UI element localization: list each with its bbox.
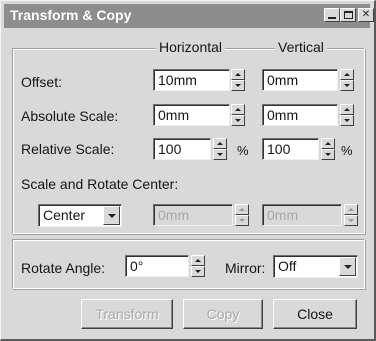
- spin-down-button[interactable]: [340, 115, 354, 126]
- arrow-down-icon: [344, 119, 350, 122]
- spin-down-button[interactable]: [231, 115, 245, 126]
- offset-horizontal-spinner[interactable]: [231, 69, 245, 91]
- mirror-label: Mirror:: [225, 260, 266, 276]
- absolute-scale-label: Absolute Scale:: [21, 108, 119, 124]
- spin-up-button[interactable]: [231, 104, 245, 115]
- center-vertical-input: 0mm: [262, 204, 342, 226]
- center-select-value: Center: [43, 207, 86, 223]
- arrow-up-icon: [325, 142, 331, 145]
- arrow-up-icon: [239, 208, 245, 211]
- dropdown-button[interactable]: [339, 257, 356, 276]
- arrow-up-icon: [344, 108, 350, 111]
- arrow-down-icon: [235, 119, 241, 122]
- arrow-down-icon: [348, 219, 354, 222]
- maximize-button[interactable]: [340, 8, 356, 22]
- relative-scale-horizontal-unit: %: [237, 143, 249, 158]
- chevron-down-icon: [344, 265, 352, 269]
- mirror-select-value: Off: [278, 258, 297, 274]
- spin-up-button[interactable]: [191, 255, 205, 266]
- offset-vertical-spinner[interactable]: [340, 69, 354, 91]
- arrow-up-icon: [348, 208, 354, 211]
- arrow-down-icon: [239, 219, 245, 222]
- center-vertical-spinner: [344, 204, 358, 226]
- arrow-up-icon: [195, 259, 201, 262]
- offset-label: Offset:: [21, 74, 62, 90]
- relative-scale-vertical-unit: %: [341, 143, 353, 158]
- spin-up-button[interactable]: [321, 138, 335, 149]
- arrow-down-icon: [235, 84, 241, 87]
- relative-scale-horizontal-spinner[interactable]: [213, 138, 227, 160]
- rotate-angle-label: Rotate Angle:: [21, 260, 106, 276]
- relative-scale-horizontal-input[interactable]: 100: [153, 138, 211, 160]
- spin-up-button: [235, 204, 249, 215]
- spin-up-button[interactable]: [340, 69, 354, 80]
- center-horizontal-spinner: [235, 204, 249, 226]
- rotate-angle-input[interactable]: 0°: [125, 255, 189, 277]
- minimize-button[interactable]: [324, 8, 340, 22]
- spin-up-button[interactable]: [231, 69, 245, 80]
- absolute-scale-horizontal-input[interactable]: 0mm: [153, 104, 230, 126]
- vertical-header: Vertical: [275, 39, 327, 55]
- arrow-up-icon: [344, 73, 350, 76]
- spin-down-button[interactable]: [213, 149, 227, 160]
- transform-copy-dialog: Transform & Copy ✕ Horizontal Vertical O…: [0, 0, 376, 341]
- offset-vertical-input[interactable]: 0mm: [262, 69, 338, 91]
- arrow-down-icon: [195, 270, 201, 273]
- absolute-scale-horizontal-spinner[interactable]: [231, 104, 245, 126]
- maximize-icon: [344, 11, 353, 19]
- horizontal-header: Horizontal: [156, 39, 226, 55]
- arrow-down-icon: [344, 84, 350, 87]
- spin-up-button[interactable]: [213, 138, 227, 149]
- relative-scale-vertical-input[interactable]: 100: [262, 138, 319, 160]
- spin-down-button: [344, 215, 358, 226]
- relative-scale-vertical-spinner[interactable]: [321, 138, 335, 160]
- absolute-scale-vertical-input[interactable]: 0mm: [262, 104, 338, 126]
- minimize-icon: [328, 17, 336, 19]
- close-window-button[interactable]: ✕: [358, 8, 374, 22]
- relative-scale-label: Relative Scale:: [21, 141, 115, 157]
- center-select[interactable]: Center: [38, 204, 122, 227]
- spin-down-button[interactable]: [231, 80, 245, 91]
- transform-button[interactable]: Transform: [81, 299, 173, 329]
- spin-up-button[interactable]: [340, 104, 354, 115]
- arrow-down-icon: [217, 153, 223, 156]
- window-title: Transform & Copy: [10, 7, 132, 23]
- rotate-angle-spinner[interactable]: [191, 255, 205, 277]
- spin-down-button: [235, 215, 249, 226]
- arrow-up-icon: [217, 142, 223, 145]
- center-label: Scale and Rotate Center:: [21, 176, 179, 192]
- spin-up-button: [344, 204, 358, 215]
- spin-down-button[interactable]: [191, 266, 205, 277]
- arrow-up-icon: [235, 73, 241, 76]
- chevron-down-icon: [108, 214, 116, 218]
- offset-horizontal-input[interactable]: 10mm: [153, 69, 230, 91]
- dropdown-button[interactable]: [103, 206, 120, 225]
- absolute-scale-vertical-spinner[interactable]: [340, 104, 354, 126]
- close-button[interactable]: Close: [273, 299, 357, 329]
- spin-down-button[interactable]: [321, 149, 335, 160]
- close-icon: ✕: [361, 9, 371, 20]
- title-bar[interactable]: Transform & Copy ✕: [4, 4, 374, 28]
- center-horizontal-input: 0mm: [153, 204, 233, 226]
- arrow-up-icon: [235, 108, 241, 111]
- copy-button[interactable]: Copy: [183, 299, 263, 329]
- arrow-down-icon: [325, 153, 331, 156]
- mirror-select[interactable]: Off: [273, 255, 358, 278]
- spin-down-button[interactable]: [340, 80, 354, 91]
